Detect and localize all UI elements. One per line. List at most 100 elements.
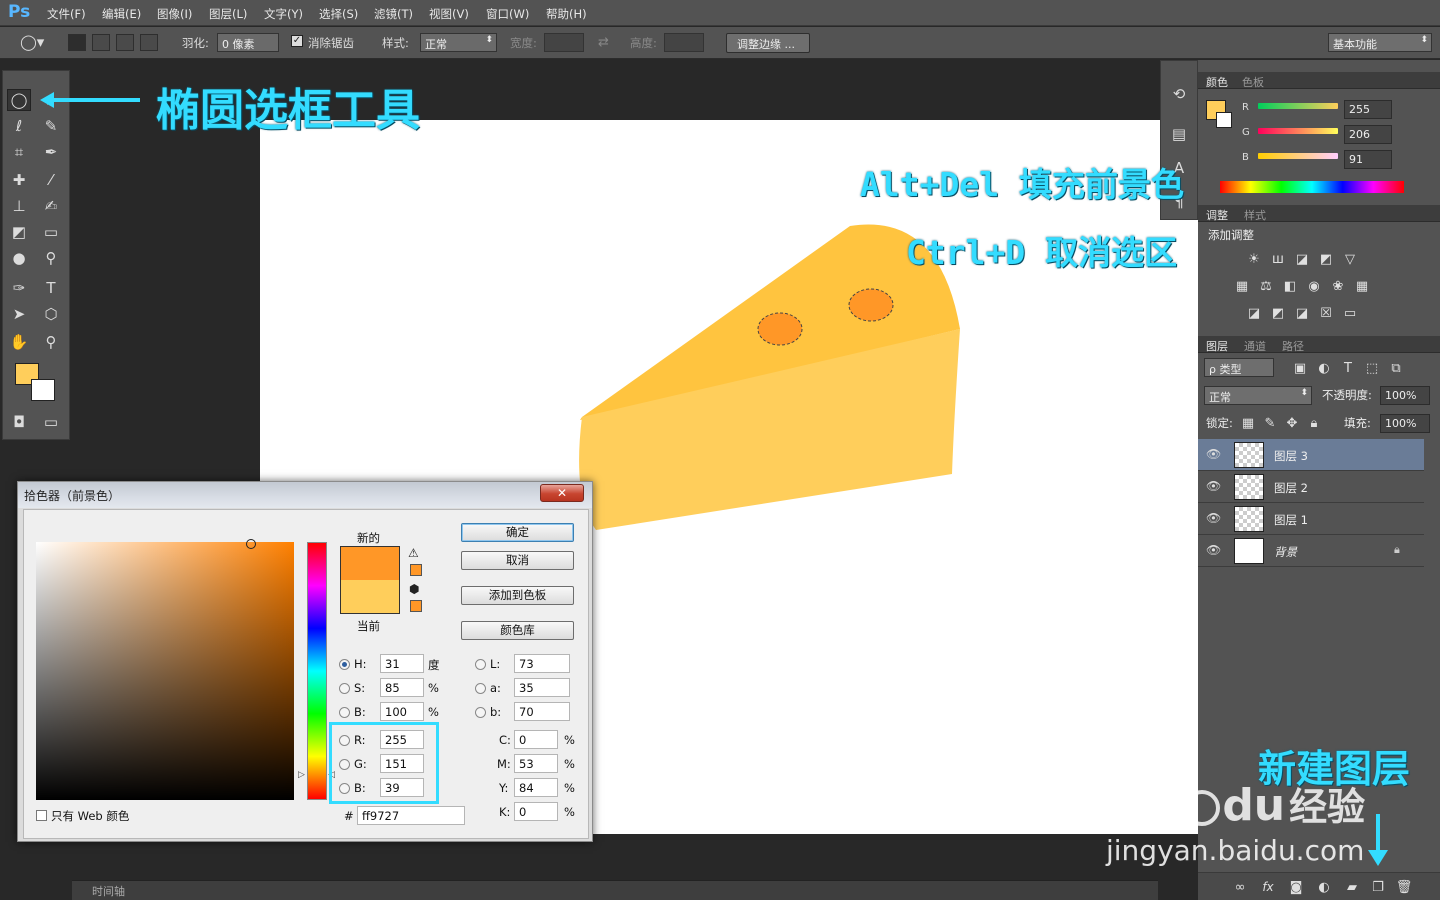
lock-transparent-icon[interactable]: ▦ xyxy=(1240,415,1256,431)
add-to-swatches-button[interactable]: 添加到色板 xyxy=(461,586,574,605)
visibility-eye-icon[interactable]: 👁︎ xyxy=(1206,479,1221,493)
delete-layer-icon[interactable]: 🗑︎ xyxy=(1396,879,1413,895)
lock-position-icon[interactable]: ✥ xyxy=(1284,415,1300,431)
tab-paths[interactable]: 路径 xyxy=(1282,338,1304,354)
color-panel-background[interactable] xyxy=(1216,112,1232,128)
timeline-label[interactable]: 时间轴 xyxy=(92,883,125,899)
path-select-tool[interactable]: ➤ xyxy=(7,303,31,325)
filter-pixel-icon[interactable]: ▣ xyxy=(1292,360,1308,376)
dodge-tool[interactable]: ⚲ xyxy=(39,247,63,269)
h-input[interactable]: 31 xyxy=(380,654,424,673)
zoom-tool[interactable]: ⚲ xyxy=(39,331,63,353)
visibility-eye-icon[interactable]: 👁︎ xyxy=(1206,543,1221,557)
b-value[interactable]: 91 xyxy=(1344,150,1392,169)
r-value[interactable]: 255 xyxy=(1344,100,1392,119)
background-color-swatch[interactable] xyxy=(31,379,55,401)
layer-filter-select[interactable]: ρ 类型 xyxy=(1204,358,1274,377)
opacity-input[interactable]: 100% xyxy=(1380,386,1430,405)
l-input[interactable]: 73 xyxy=(514,654,570,673)
menu-view[interactable]: 视图(V) xyxy=(429,6,469,22)
r-slider[interactable] xyxy=(1258,103,1338,109)
m-input[interactable]: 53 xyxy=(514,754,558,773)
gamut-swatch[interactable] xyxy=(410,564,422,576)
hue-saturation-icon[interactable]: ▦ xyxy=(1234,278,1250,294)
blur-tool[interactable]: ● xyxy=(7,247,31,269)
photo-filter-icon[interactable]: ◉ xyxy=(1306,278,1322,294)
lab-b-radio[interactable] xyxy=(475,707,486,718)
posterize-icon[interactable]: ◩ xyxy=(1270,305,1286,321)
lock-all-icon[interactable]: 🔒︎ xyxy=(1306,415,1322,431)
crop-tool[interactable]: ⌗ xyxy=(7,141,31,163)
menu-help[interactable]: 帮助(H) xyxy=(546,6,587,22)
healing-brush-tool[interactable]: ✚ xyxy=(7,169,31,191)
web-safe-cube-icon[interactable]: ⬢ xyxy=(409,582,419,596)
s-radio[interactable] xyxy=(339,683,350,694)
visibility-eye-icon[interactable]: 👁︎ xyxy=(1206,511,1221,525)
color-balance-icon[interactable]: ⚖ xyxy=(1258,278,1274,294)
color-spectrum-ramp[interactable] xyxy=(1220,181,1404,193)
add-selection-icon[interactable] xyxy=(92,34,110,51)
invert-icon[interactable]: ◪ xyxy=(1246,305,1262,321)
brush-tool[interactable]: ⁄ xyxy=(39,169,63,191)
tab-adjustments[interactable]: 调整 xyxy=(1206,207,1228,223)
brightness-input[interactable]: 100 xyxy=(380,702,424,721)
hue-slider[interactable] xyxy=(307,542,327,800)
menu-type[interactable]: 文字(Y) xyxy=(264,6,303,22)
channel-mixer-icon[interactable]: ❀ xyxy=(1330,278,1346,294)
color-lookup-icon[interactable]: ▦ xyxy=(1354,278,1370,294)
eyedropper-tool[interactable]: ✒ xyxy=(39,141,63,163)
new-selection-icon[interactable] xyxy=(68,34,86,51)
hex-input[interactable]: ff9727 xyxy=(357,806,465,825)
color-field[interactable] xyxy=(36,539,294,800)
a-input[interactable]: 35 xyxy=(514,678,570,697)
new-adjustment-icon[interactable]: ◐ xyxy=(1316,879,1332,895)
layer-style-icon[interactable]: fx xyxy=(1260,879,1276,895)
filter-type-icon[interactable]: T xyxy=(1340,360,1356,376)
lab-b-input[interactable]: 70 xyxy=(514,702,570,721)
menu-window[interactable]: 窗口(W) xyxy=(486,6,529,22)
menu-edit[interactable]: 编辑(E) xyxy=(102,6,141,22)
c-input[interactable]: 0 xyxy=(514,730,558,749)
filter-smart-icon[interactable]: ⧉ xyxy=(1388,360,1404,376)
history-panel-icon[interactable]: ⟲ xyxy=(1167,83,1191,105)
b-slider[interactable] xyxy=(1258,153,1338,159)
lasso-tool[interactable]: ℓ xyxy=(7,115,31,137)
filter-adjust-icon[interactable]: ◐ xyxy=(1316,360,1332,376)
tab-color[interactable]: 颜色 xyxy=(1206,74,1228,90)
fill-input[interactable]: 100% xyxy=(1380,414,1430,433)
quick-select-tool[interactable]: ✎ xyxy=(39,115,63,137)
history-brush-tool[interactable]: ✍ xyxy=(39,195,63,217)
g-slider[interactable] xyxy=(1258,128,1338,134)
h-radio[interactable] xyxy=(339,659,350,670)
screen-mode-icon[interactable]: ▭ xyxy=(39,411,63,433)
current-color-preview[interactable] xyxy=(340,580,400,614)
tab-swatches[interactable]: 色板 xyxy=(1242,74,1264,90)
hand-tool[interactable]: ✋ xyxy=(7,331,31,353)
cancel-button[interactable]: 取消 xyxy=(461,551,574,570)
dialog-titlebar[interactable]: 拾色器（前景色） ✕ xyxy=(18,482,592,508)
web-only-checkbox[interactable] xyxy=(36,810,47,821)
lock-pixels-icon[interactable]: ✎ xyxy=(1262,415,1278,431)
layer-row[interactable]: 👁︎ 图层 3 xyxy=(1198,439,1424,471)
link-layers-icon[interactable]: ∞ xyxy=(1232,879,1248,895)
menu-select[interactable]: 选择(S) xyxy=(319,6,358,22)
add-mask-icon[interactable]: ◙ xyxy=(1288,879,1304,895)
vibrance-icon[interactable]: ▽ xyxy=(1342,251,1358,267)
menu-image[interactable]: 图像(I) xyxy=(157,6,192,22)
black-white-icon[interactable]: ◧ xyxy=(1282,278,1298,294)
ok-button[interactable]: 确定 xyxy=(461,523,574,542)
layer-row[interactable]: 👁︎ 图层 2 xyxy=(1198,471,1424,503)
shape-tool[interactable]: ⬡ xyxy=(39,303,63,325)
s-input[interactable]: 85 xyxy=(380,678,424,697)
quick-mask-icon[interactable]: ◘ xyxy=(7,411,31,433)
exposure-icon[interactable]: ◩ xyxy=(1318,251,1334,267)
a-radio[interactable] xyxy=(475,683,486,694)
layer-row[interactable]: 👁︎ 图层 1 xyxy=(1198,503,1424,535)
color-libraries-button[interactable]: 颜色库 xyxy=(461,621,574,640)
refine-edge-button[interactable]: 调整边缘 ... xyxy=(726,33,810,53)
y-input[interactable]: 84 xyxy=(514,778,558,797)
close-button[interactable]: ✕ xyxy=(540,484,584,502)
type-tool[interactable]: T xyxy=(39,277,63,299)
hue-slider-left-arrow-icon[interactable]: ▷ xyxy=(298,770,305,780)
brightness-radio[interactable] xyxy=(339,707,350,718)
